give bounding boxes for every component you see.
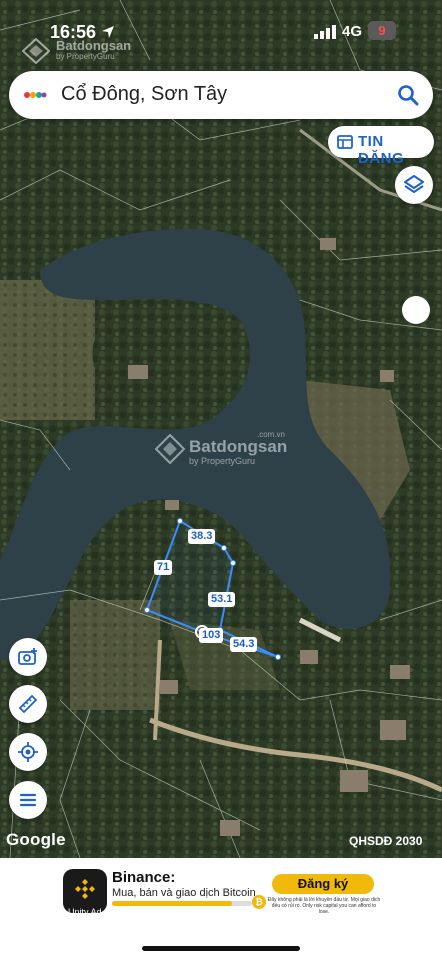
plot-boundary [144, 518, 281, 660]
menu-button[interactable] [9, 781, 47, 819]
camera-add-icon [18, 648, 37, 665]
ruler-icon [18, 694, 38, 714]
ad-progress [112, 901, 252, 906]
menu-icon [19, 793, 37, 807]
edge-length-label: 53.1 [208, 592, 236, 607]
edge-length-label: 71 [154, 560, 173, 575]
dang-ky-button[interactable]: Đăng ký [272, 874, 374, 894]
home-indicator[interactable] [142, 946, 300, 951]
my-location-button[interactable] [9, 733, 47, 771]
bitcoin-icon: ₿ [252, 895, 266, 909]
ad-banner[interactable]: Unity Ad Binance: Mua, bán và giao dịch … [60, 865, 382, 917]
ad-disclaimer: Đây không phải là lời khuyên đầu tư. Mọi… [267, 897, 381, 915]
edge-length-label: 54.3 [230, 637, 258, 652]
ad-logo: Unity Ad [63, 869, 107, 917]
binance-logo-icon [75, 879, 95, 899]
ad-description: Mua, bán và giao dịch Bitcoin [112, 887, 256, 899]
layer-label: QHSDĐ 2030 [349, 834, 423, 848]
measure-button[interactable] [9, 685, 47, 723]
camera-add-button[interactable] [9, 638, 47, 676]
google-attribution: Google [6, 830, 66, 849]
ad-title: Binance: [112, 869, 176, 886]
my-location-icon [18, 742, 38, 762]
unity-ad-label: Unity Ad [68, 907, 102, 917]
edge-length-label: 103 [199, 628, 224, 643]
edge-length-label: 38.3 [188, 529, 216, 544]
map-view[interactable]: 16:56 4G 9 Batdongsan by PropertyGuru Cổ… [0, 0, 442, 858]
